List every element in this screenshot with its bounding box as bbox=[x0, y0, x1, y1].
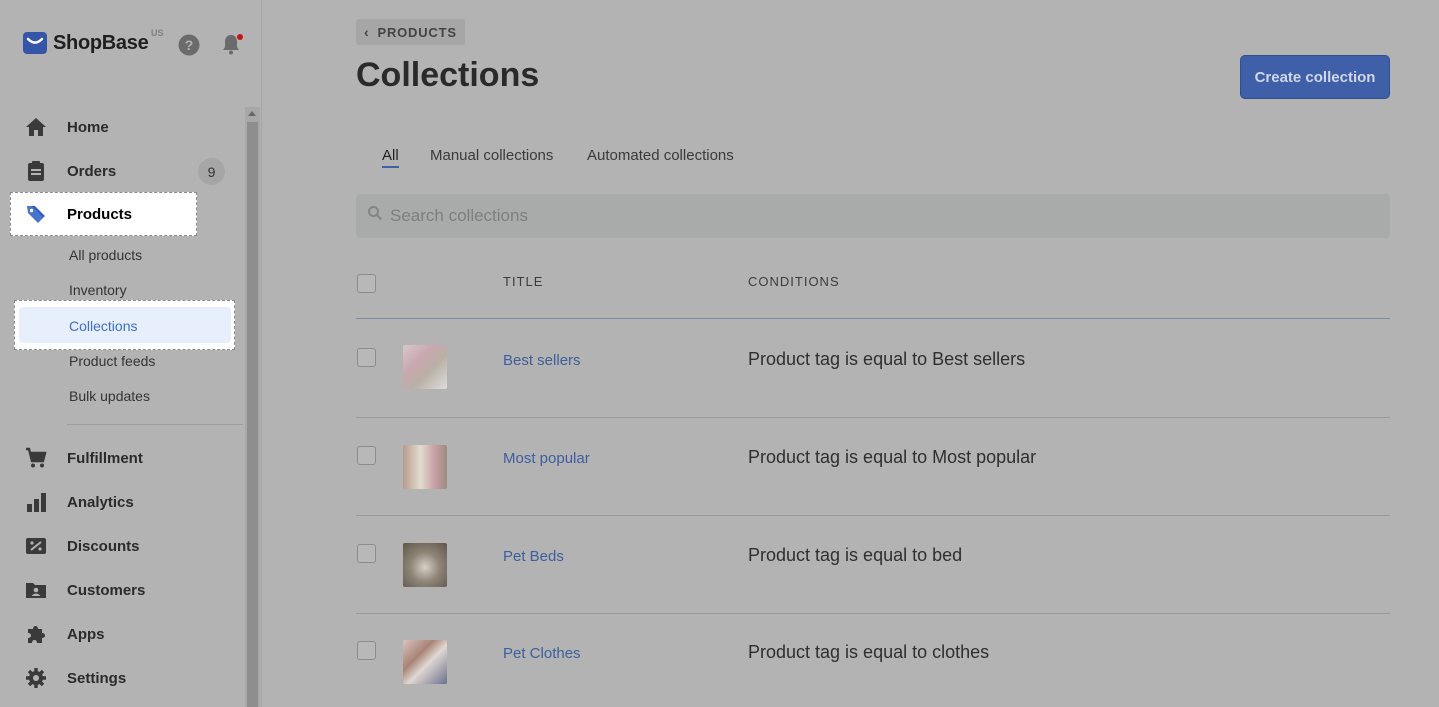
discount-icon bbox=[26, 538, 46, 554]
select-all-checkbox[interactable] bbox=[357, 274, 376, 293]
sidebar-item-label: Products bbox=[67, 205, 133, 223]
svg-text:?: ? bbox=[185, 37, 194, 53]
customers-icon bbox=[26, 583, 46, 598]
sidebar-subitem-collections-label[interactable]: Collections bbox=[69, 318, 137, 334]
sidebar-item-home[interactable]: Home bbox=[10, 105, 197, 149]
sidebar-item-label: Orders bbox=[67, 162, 117, 180]
search-input[interactable] bbox=[390, 204, 1290, 228]
collection-title-link[interactable]: Most popular bbox=[503, 450, 590, 467]
sidebar-item-discounts[interactable]: Discounts bbox=[10, 524, 197, 568]
search-icon bbox=[368, 206, 383, 221]
sidebar-item-label: Discounts bbox=[67, 537, 140, 555]
sidebar-item-label: Fulfillment bbox=[67, 449, 143, 467]
sidebar-item-apps[interactable]: Apps bbox=[10, 612, 197, 656]
brand-name: ShopBase bbox=[53, 31, 149, 54]
sidebar-item-label: Analytics bbox=[67, 493, 134, 511]
active-tab-indicator bbox=[382, 166, 399, 168]
sidebar-subitem-bulk-updates[interactable]: Bulk updates bbox=[69, 388, 150, 404]
sidebar-subitem-inventory[interactable]: Inventory bbox=[69, 282, 127, 298]
row-checkbox[interactable] bbox=[357, 348, 376, 367]
home-icon bbox=[26, 118, 46, 136]
collection-condition: Product tag is equal to Best sellers bbox=[748, 349, 1026, 369]
breadcrumb[interactable]: ‹ PRODUCTS bbox=[356, 19, 465, 45]
column-header-conditions: CONDITIONS bbox=[748, 274, 840, 289]
collection-thumbnail bbox=[403, 640, 447, 684]
row-checkbox[interactable] bbox=[357, 446, 376, 465]
column-header-title: TITLE bbox=[503, 274, 544, 289]
sidebar-item-fulfillment[interactable]: Fulfillment bbox=[10, 436, 197, 480]
orders-icon bbox=[28, 161, 44, 181]
scroll-up-icon[interactable] bbox=[248, 111, 256, 116]
collection-condition: Product tag is equal to Most popular bbox=[748, 447, 1037, 467]
sidebar-subitem-product-feeds[interactable]: Product feeds bbox=[69, 353, 155, 369]
help-icon[interactable]: ? bbox=[178, 34, 200, 56]
tab-all[interactable]: All bbox=[382, 147, 399, 164]
brand-region: US bbox=[151, 28, 164, 38]
row-checkbox[interactable] bbox=[357, 641, 376, 660]
collection-condition: Product tag is equal to clothes bbox=[748, 642, 990, 662]
sidebar-subitem-all-products[interactable]: All products bbox=[69, 247, 142, 263]
sidebar-item-customers[interactable]: Customers bbox=[10, 568, 197, 612]
puzzle-icon bbox=[28, 626, 45, 643]
collection-title-link[interactable]: Best sellers bbox=[503, 352, 581, 369]
collection-thumbnail bbox=[403, 345, 447, 389]
row-divider bbox=[356, 417, 1390, 418]
sidebar-item-products[interactable]: Products bbox=[10, 192, 197, 236]
page-title: Collections bbox=[356, 56, 540, 94]
orders-count-badge: 9 bbox=[198, 158, 225, 185]
bar-chart-icon bbox=[27, 493, 46, 512]
collection-thumbnail bbox=[403, 543, 447, 587]
collection-title-link[interactable]: Pet Beds bbox=[503, 548, 564, 565]
sidebar-item-label: Customers bbox=[67, 581, 146, 599]
sidebar-divider bbox=[67, 424, 243, 425]
table-header-divider bbox=[356, 318, 1390, 319]
sidebar-item-orders[interactable]: Orders bbox=[10, 149, 197, 193]
sidebar-item-label: Apps bbox=[67, 625, 105, 643]
gear-icon bbox=[26, 668, 46, 688]
sidebar-item-analytics[interactable]: Analytics bbox=[10, 480, 197, 524]
sidebar-item-settings[interactable]: Settings bbox=[10, 656, 197, 700]
breadcrumb-label: PRODUCTS bbox=[377, 24, 457, 40]
shopbase-logo-icon bbox=[23, 32, 47, 54]
tab-automated-collections[interactable]: Automated collections bbox=[587, 147, 734, 164]
row-divider bbox=[356, 613, 1390, 614]
collection-thumbnail bbox=[403, 445, 447, 489]
shopbase-logo[interactable]: ShopBase US bbox=[22, 28, 164, 56]
sidebar: ShopBase US ? Home Orders 9 Products All… bbox=[0, 0, 262, 707]
sidebar-item-label: Home bbox=[67, 118, 109, 136]
chevron-left-icon: ‹ bbox=[364, 24, 370, 40]
tag-icon bbox=[27, 206, 45, 223]
cart-icon bbox=[26, 447, 47, 468]
row-checkbox[interactable] bbox=[357, 544, 376, 563]
tab-manual-collections[interactable]: Manual collections bbox=[430, 147, 553, 164]
collection-condition: Product tag is equal to bed bbox=[748, 545, 963, 565]
row-divider bbox=[356, 515, 1390, 516]
collection-title-link[interactable]: Pet Clothes bbox=[503, 645, 581, 662]
sidebar-scrollbar-thumb[interactable] bbox=[247, 122, 258, 707]
sidebar-item-label: Settings bbox=[67, 669, 127, 687]
notification-dot bbox=[237, 34, 243, 40]
create-collection-button[interactable]: Create collection bbox=[1240, 55, 1390, 99]
